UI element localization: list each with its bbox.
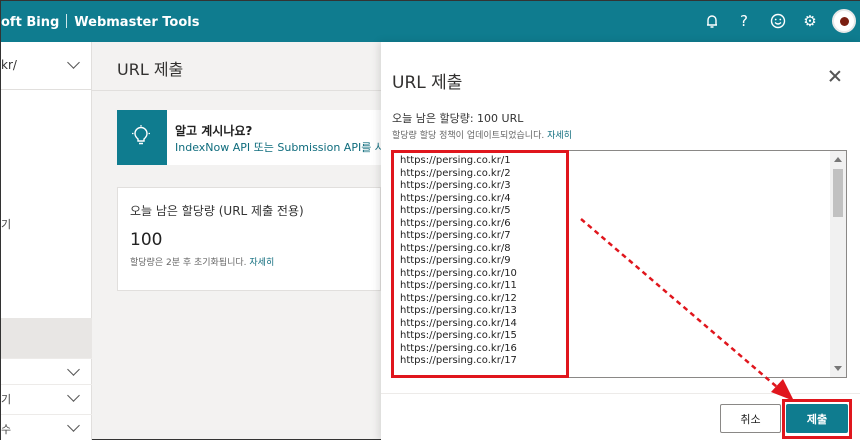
product-name: Webmaster Tools [74, 15, 200, 30]
dialog-quota-line: 오늘 남은 할당량: 100 URL [392, 112, 524, 125]
policy-text: 할당량 할당 정책이 업데이트되었습니다. [392, 131, 545, 141]
chevron-down-icon [67, 419, 80, 432]
quota-value: 100 [130, 230, 163, 250]
site-selector-value: kr/ [1, 58, 17, 72]
quota-note-text: 할당량은 2분 후 초기화됩니다. [130, 258, 247, 268]
site-selector[interactable]: kr/ [1, 42, 92, 90]
close-icon[interactable] [828, 69, 842, 83]
top-bar: oft Bing Webmaster Tools ? ⚙ [1, 1, 860, 42]
sidebar-item-selected[interactable] [1, 318, 92, 358]
sidebar-item-label: 기 [1, 393, 12, 406]
scroll-down-icon[interactable] [834, 366, 842, 371]
scrollbar[interactable] [830, 151, 846, 377]
header-divider [92, 90, 381, 91]
smiley-icon[interactable] [768, 11, 788, 31]
chevron-down-icon [67, 389, 80, 402]
info-banner: 알고 계시나요? IndexNow API 또는 Submission API를… [117, 110, 405, 165]
quota-note: 할당량은 2분 후 초기화됩니다. 자세히 [130, 255, 274, 268]
brand-name: oft Bing [1, 15, 60, 30]
dialog-policy-line: 할당량 할당 정책이 업데이트되었습니다. 자세히 [392, 128, 572, 141]
cancel-button[interactable]: 취소 [720, 404, 781, 433]
url-list-highlight [391, 150, 569, 378]
learn-more-link[interactable]: 자세히 [547, 131, 572, 141]
chevron-down-icon [67, 56, 80, 69]
banner-title: 알고 계시나요? [175, 124, 253, 138]
help-icon[interactable]: ? [734, 11, 754, 31]
avatar[interactable] [832, 9, 856, 33]
lightbulb-icon [129, 124, 153, 148]
sidebar-item-label[interactable]: 기 [1, 216, 11, 232]
page-title: URL 제출 [117, 60, 184, 79]
scroll-thumb[interactable] [833, 169, 843, 217]
learn-more-link[interactable]: 자세히 [249, 258, 274, 268]
banner-text[interactable]: IndexNow API 또는 Submission API를 사용합 [175, 139, 405, 155]
brand-divider [66, 14, 68, 28]
quota-label: 오늘 남은 할당량 (URL 제출 전용) [130, 204, 304, 218]
scroll-up-icon[interactable] [834, 157, 842, 162]
sidebar-group-2[interactable]: 기 [1, 384, 92, 414]
chevron-down-icon [67, 363, 80, 376]
gear-icon[interactable]: ⚙ [800, 11, 820, 31]
sidebar-item-label: 수 [1, 423, 12, 436]
brand[interactable]: oft Bing Webmaster Tools [1, 14, 200, 30]
bell-icon[interactable] [702, 11, 722, 31]
quota-card: 오늘 남은 할당량 (URL 제출 전용) 100 할당량은 2분 후 초기화됩… [117, 187, 381, 291]
dialog-title: URL 제출 [392, 73, 463, 93]
sidebar-group-3[interactable]: 수 [1, 414, 92, 440]
sidebar: kr/ 기 기 수 [1, 42, 92, 440]
submit-button-highlight [782, 399, 852, 439]
dialog-footer-divider [381, 393, 860, 394]
